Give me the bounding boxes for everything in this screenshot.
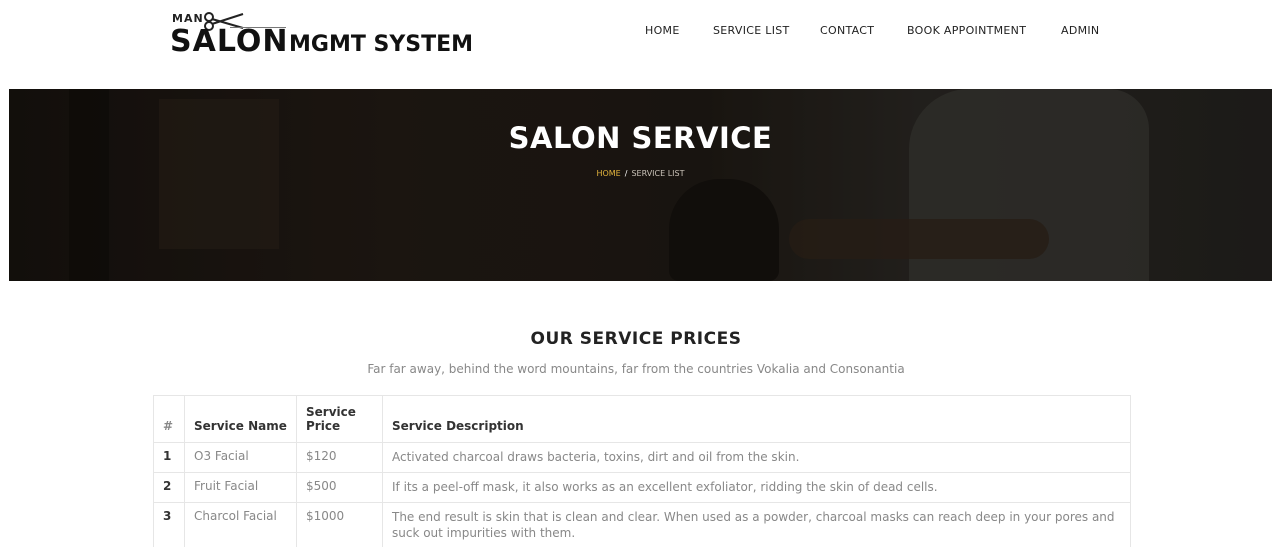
row-service-description: If its a peel-off mask, it also works as… [382, 472, 1131, 503]
table-row: 3 Charcol Facial $1000 The end result is… [153, 502, 1131, 547]
row-service-price: $1000 [296, 502, 383, 547]
table-header-row: # Service Name Service Price Service Des… [153, 395, 1131, 443]
nav-admin[interactable]: ADMIN [1061, 24, 1099, 37]
header-service-name: Service Name [184, 395, 297, 443]
breadcrumb-home[interactable]: HOME [596, 169, 620, 178]
row-num: 2 [153, 472, 185, 503]
section-subtitle: Far far away, behind the word mountains,… [367, 362, 905, 376]
hero-banner: SALON SERVICE HOME / SERVICE LIST [9, 89, 1272, 281]
row-service-name: Charcol Facial [184, 502, 297, 547]
breadcrumb-separator: / [624, 169, 628, 178]
row-service-price: $120 [296, 442, 383, 473]
section-title: OUR SERVICE PRICES [530, 329, 742, 349]
breadcrumb-current: SERVICE LIST [631, 169, 685, 178]
header-num: # [153, 395, 185, 443]
row-num: 3 [153, 502, 185, 547]
hero-title: SALON SERVICE [508, 121, 773, 155]
nav-home[interactable]: HOME [645, 24, 680, 37]
nav-service-list[interactable]: SERVICE LIST [713, 24, 790, 37]
row-service-description: The end result is skin that is clean and… [382, 502, 1131, 547]
main-nav: HOME SERVICE LIST CONTACT BOOK APPOINTME… [0, 24, 1272, 40]
row-service-name: O3 Facial [184, 442, 297, 473]
row-num: 1 [153, 442, 185, 473]
row-service-description: Activated charcoal draws bacteria, toxin… [382, 442, 1131, 473]
table-row: 1 O3 Facial $120 Activated charcoal draw… [153, 442, 1131, 473]
nav-book-appointment[interactable]: BOOK APPOINTMENT [907, 24, 1026, 37]
breadcrumb: HOME / SERVICE LIST [9, 169, 1272, 178]
table-row: 2 Fruit Facial $500 If its a peel-off ma… [153, 472, 1131, 503]
row-service-price: $500 [296, 472, 383, 503]
header-service-price: Service Price [296, 395, 383, 443]
nav-contact[interactable]: CONTACT [820, 24, 874, 37]
hero-overlay [9, 89, 1272, 281]
service-price-table: # Service Name Service Price Service Des… [153, 395, 1131, 547]
site-header: MAN SALON MGMT SYSTEM HOME SERVICE LIST … [0, 0, 1272, 89]
header-service-description: Service Description [382, 395, 1131, 443]
row-service-name: Fruit Facial [184, 472, 297, 503]
